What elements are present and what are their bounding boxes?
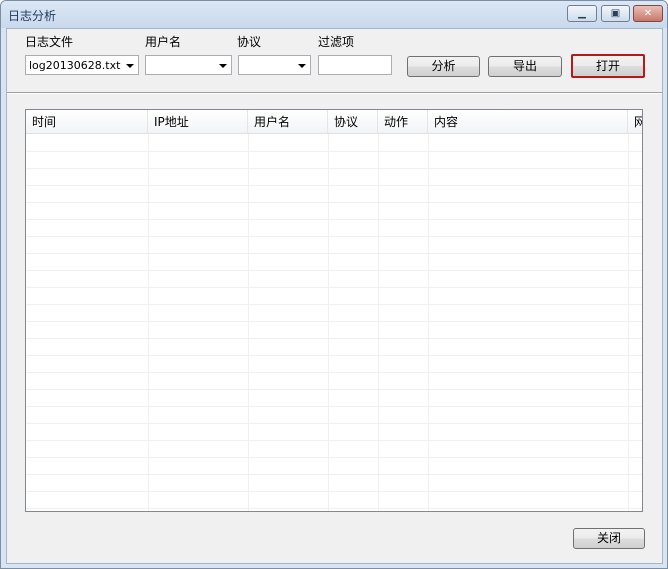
- row-gridline: [26, 508, 642, 509]
- row-gridline: [26, 372, 642, 373]
- client-area: 日志文件 用户名 协议 过滤项 log20130628.txt 分析 导出 打开…: [6, 28, 663, 564]
- divider: [7, 92, 662, 94]
- username-select[interactable]: [145, 55, 232, 75]
- row-gridline: [26, 185, 642, 186]
- window-title: 日志分析: [8, 9, 57, 23]
- row-gridline: [26, 287, 642, 288]
- log-file-select[interactable]: log20130628.txt: [25, 55, 139, 75]
- log-file-label: 日志文件: [25, 35, 74, 49]
- column-header-action[interactable]: 动作: [378, 110, 428, 134]
- column-divider: [628, 134, 629, 511]
- row-gridline: [26, 236, 642, 237]
- row-gridline: [26, 491, 642, 492]
- chevron-down-icon: [126, 64, 134, 68]
- export-button[interactable]: 导出: [488, 56, 562, 77]
- column-header-content[interactable]: 内容: [428, 110, 628, 134]
- analyze-button[interactable]: 分析: [407, 56, 480, 77]
- row-gridline: [26, 389, 642, 390]
- row-gridline: [26, 457, 642, 458]
- row-gridline: [26, 151, 642, 152]
- column-divider: [248, 134, 249, 511]
- row-gridline: [26, 253, 642, 254]
- chevron-down-icon: [219, 64, 227, 68]
- maximize-icon: ▣: [610, 8, 621, 19]
- row-gridline: [26, 406, 642, 407]
- column-header-username[interactable]: 用户名: [248, 110, 328, 134]
- row-gridline: [26, 304, 642, 305]
- minimize-icon: ▁: [578, 8, 586, 19]
- title-bar[interactable]: 日志分析 ▁ ▣ ✕: [1, 1, 667, 28]
- row-gridline: [26, 423, 642, 424]
- filter-label: 过滤项: [318, 35, 355, 49]
- row-gridline: [26, 440, 642, 441]
- column-divider: [328, 134, 329, 511]
- close-window-button[interactable]: ✕: [633, 5, 663, 22]
- close-button[interactable]: 关闭: [573, 528, 645, 549]
- row-gridline: [26, 474, 642, 475]
- row-gridline: [26, 270, 642, 271]
- chevron-down-icon: [298, 64, 306, 68]
- column-divider: [148, 134, 149, 511]
- row-gridline: [26, 219, 642, 220]
- column-header-network[interactable]: 网: [628, 110, 642, 134]
- column-divider: [378, 134, 379, 511]
- row-gridline: [26, 338, 642, 339]
- row-gridline: [26, 168, 642, 169]
- maximize-button[interactable]: ▣: [601, 5, 630, 22]
- column-header-time[interactable]: 时间: [26, 110, 148, 134]
- username-label: 用户名: [145, 35, 182, 49]
- close-icon: ✕: [643, 8, 653, 19]
- log-file-value: log20130628.txt: [29, 59, 121, 72]
- row-gridline: [26, 202, 642, 203]
- column-header-protocol[interactable]: 协议: [328, 110, 378, 134]
- protocol-select[interactable]: [238, 55, 311, 75]
- log-table[interactable]: 时间 IP地址 用户名 协议 动作 内容 网: [25, 109, 643, 512]
- row-gridline: [26, 321, 642, 322]
- row-gridline: [26, 355, 642, 356]
- protocol-label: 协议: [237, 35, 262, 49]
- column-divider: [428, 134, 429, 511]
- column-header-ip[interactable]: IP地址: [148, 110, 248, 134]
- log-analysis-window: 日志分析 ▁ ▣ ✕ 日志文件 用户名 协议 过滤项 log20130628.t…: [0, 0, 668, 569]
- filter-input[interactable]: [318, 55, 392, 75]
- minimize-button[interactable]: ▁: [567, 5, 597, 22]
- open-button[interactable]: 打开: [571, 54, 645, 78]
